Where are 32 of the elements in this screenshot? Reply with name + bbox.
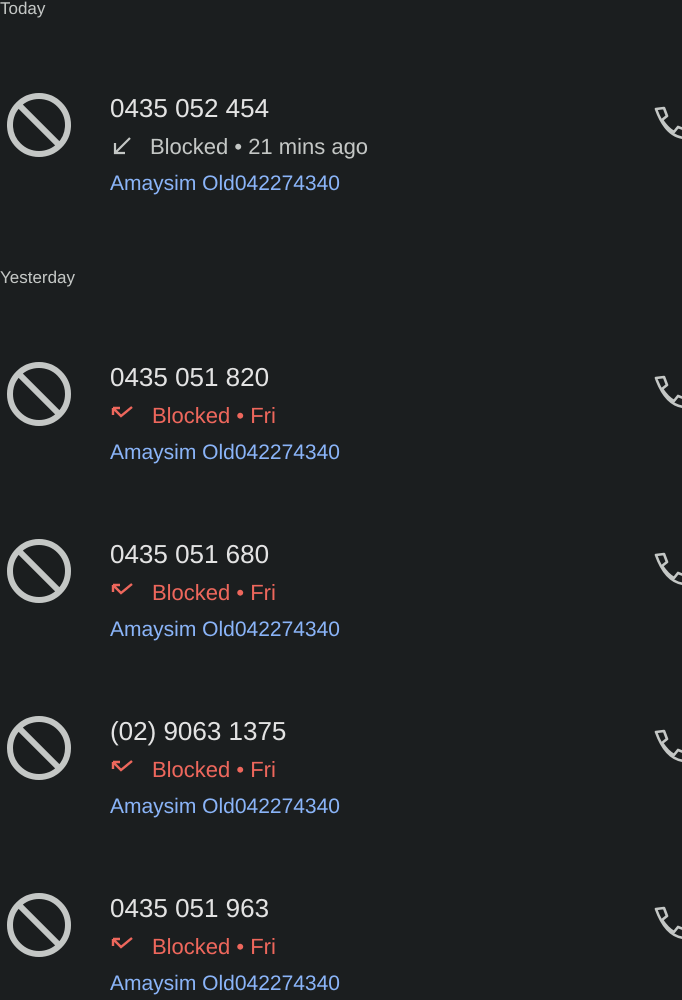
account-label: Amaysim Old042274340 [110,794,341,820]
account-label: Amaysim Old042274340 [110,617,341,643]
account-label: Amaysim Old042274340 [110,171,341,197]
section-header: Yesterday [0,269,76,287]
call-log-item[interactable]: 0435 051 963 Blocked • Fri Amaysim Old042274340 [0,890,682,1000]
block-icon [6,92,72,158]
account-label: Amaysim Old042274340 [110,971,341,997]
section-header: Today [0,0,46,18]
phone-number: 0435 051 680 [110,538,270,571]
phone-number: 0435 052 454 [110,92,270,125]
phone-icon[interactable] [652,905,682,941]
call-log-item[interactable]: 0435 051 680 Blocked • Fri Amaysim Old042274340 [0,536,682,648]
block-icon [6,361,72,427]
phone-icon[interactable] [652,105,682,141]
phone-icon[interactable] [652,374,682,410]
phone-icon[interactable] [652,728,682,764]
call-log-item[interactable]: 0435 052 454 Blocked • 21 mins ago Amaysim Old042274340 [0,90,682,202]
call-status: Blocked • Fri [152,578,276,606]
call-status: Blocked • Fri [152,932,276,960]
call-log-item[interactable]: (02) 9063 1375 Blocked • Fri Amaysim Old042274340 [0,713,682,825]
phone-number: 0435 051 963 [110,892,270,925]
block-icon [6,892,72,958]
call-status: Blocked • Fri [152,402,276,430]
block-icon [6,538,72,604]
call-status: Blocked • Fri [152,756,276,784]
block-icon [6,715,72,781]
call-status: Blocked • 21 mins ago [150,132,368,161]
phone-number: (02) 9063 1375 [110,715,288,748]
phone-number: 0435 051 820 [110,361,270,394]
account-label: Amaysim Old042274340 [110,440,341,466]
call-log-item[interactable]: 0435 051 820 Blocked • Fri Amaysim Old042274340 [0,359,682,471]
phone-icon[interactable] [652,551,682,587]
